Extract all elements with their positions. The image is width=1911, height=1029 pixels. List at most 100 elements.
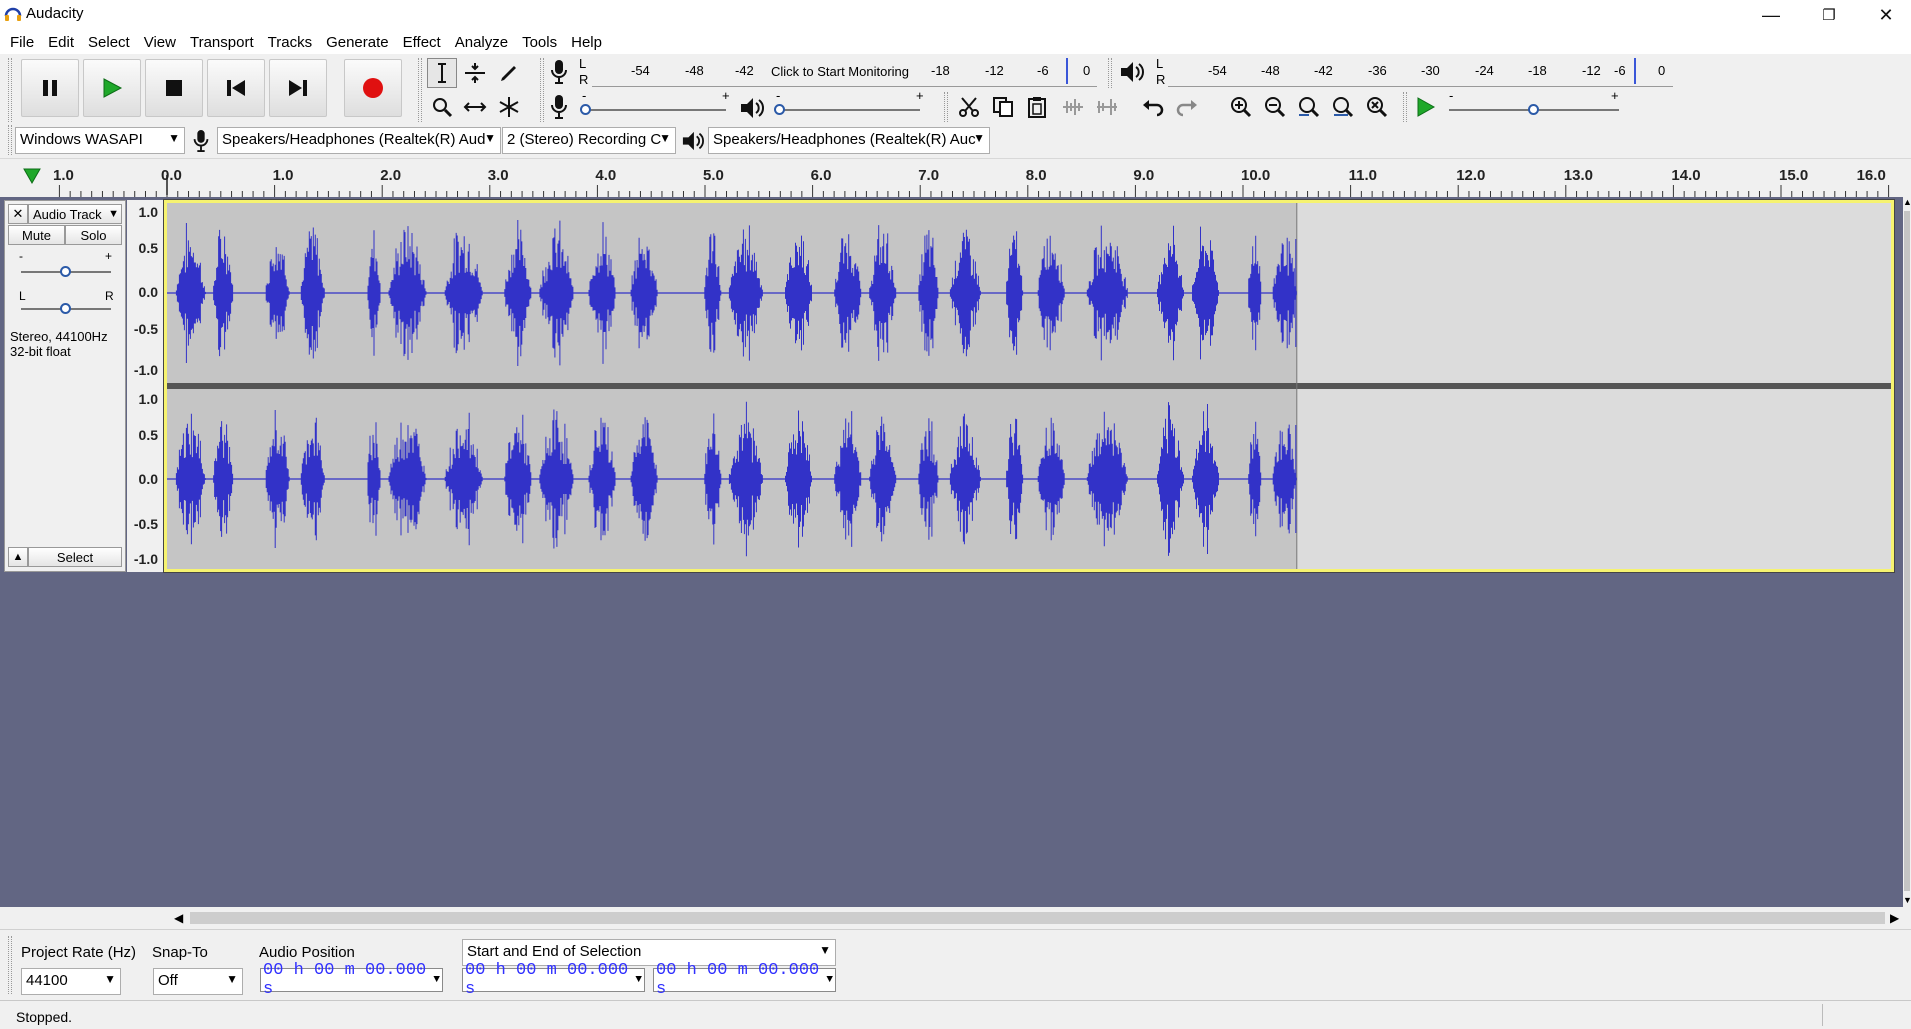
track-name-menu[interactable]: Audio Track ▼: [28, 204, 122, 224]
scroll-right-icon[interactable]: ▶: [1890, 911, 1899, 925]
menu-tracks[interactable]: Tracks: [262, 34, 320, 51]
zoom-in-button[interactable]: [1226, 92, 1256, 122]
record-button[interactable]: [344, 59, 402, 117]
menu-generate[interactable]: Generate: [320, 34, 397, 51]
toolbar-grip[interactable]: [1108, 58, 1112, 88]
channel-separator: [167, 383, 1891, 389]
multi-tool-button[interactable]: [494, 92, 524, 122]
audio-host-select[interactable]: Windows WASAPI ▼: [15, 127, 185, 154]
menu-help[interactable]: Help: [565, 34, 610, 51]
redo-button[interactable]: [1172, 92, 1202, 122]
microphone-icon[interactable]: [547, 58, 571, 86]
toolbar-grip[interactable]: [8, 125, 12, 155]
toolbar-grip[interactable]: [418, 58, 422, 122]
speaker-icon[interactable]: [1119, 60, 1145, 84]
fit-selection-button[interactable]: [1294, 92, 1324, 122]
playback-device-select[interactable]: Speakers/Headphones (Realtek(R) Auc ▼: [708, 127, 990, 154]
gain-slider[interactable]: [60, 266, 71, 277]
pencil-icon: [501, 66, 516, 81]
pan-right-label: R: [105, 289, 114, 303]
empty-track-space[interactable]: [0, 575, 1903, 907]
solo-button[interactable]: Solo: [65, 225, 122, 245]
pause-button[interactable]: [21, 59, 79, 117]
envelope-tool-button[interactable]: [460, 58, 490, 88]
play-volume-slider[interactable]: [774, 104, 785, 115]
select-track-button[interactable]: Select: [28, 547, 122, 567]
maximize-button[interactable]: ❐: [1801, 0, 1857, 30]
menu-analyze[interactable]: Analyze: [449, 34, 516, 51]
track-control-panel[interactable]: ✕ Audio Track ▼ Mute Solo - + L R Stereo…: [4, 200, 126, 572]
zoom-out-button[interactable]: [1260, 92, 1290, 122]
scroll-left-icon[interactable]: ◀: [174, 911, 183, 925]
zoom-tool-button[interactable]: [427, 92, 457, 122]
audio-position-field[interactable]: 00 h 00 m 00.000 s ▼: [260, 961, 443, 999]
play-meter-r-label: R: [1156, 72, 1166, 87]
selection-end-field[interactable]: 00 h 00 m 00.000 s ▼: [653, 961, 836, 999]
project-rate-select[interactable]: 44100 ▼: [21, 968, 121, 995]
chevron-down-icon[interactable]: ▼: [635, 974, 644, 986]
chevron-down-icon[interactable]: ▼: [433, 974, 442, 986]
play-at-speed-button[interactable]: [1410, 92, 1440, 122]
snap-to-select[interactable]: Off ▼: [153, 968, 243, 995]
menu-edit[interactable]: Edit: [42, 34, 82, 51]
silence-button[interactable]: [1092, 92, 1122, 122]
rec-volume-slider[interactable]: [580, 104, 591, 115]
horizontal-scrollbar[interactable]: ◀ ▶: [160, 907, 1911, 929]
skip-to-start-button[interactable]: [207, 59, 265, 117]
waveform-area[interactable]: [163, 199, 1895, 573]
monitor-prompt[interactable]: Click to Start Monitoring: [771, 64, 909, 79]
close-button[interactable]: ✕: [1858, 0, 1911, 30]
cut-button[interactable]: [954, 92, 984, 122]
toolbar-grip[interactable]: [8, 936, 12, 994]
menu-tools[interactable]: Tools: [516, 34, 565, 51]
vertical-scroll-thumb[interactable]: [1904, 211, 1910, 891]
toolbar-grip[interactable]: [8, 58, 12, 122]
undo-button[interactable]: [1138, 92, 1168, 122]
toolbar-grip[interactable]: [1403, 92, 1407, 122]
recording-channels-select[interactable]: 2 (Stereo) Recording C ▼: [502, 127, 676, 154]
recording-device-select[interactable]: Speakers/Headphones (Realtek(R) Aud ▼: [217, 127, 501, 154]
scroll-up-icon[interactable]: ▲: [1903, 197, 1911, 207]
time-shift-tool-button[interactable]: [460, 92, 490, 122]
track-close-button[interactable]: ✕: [8, 204, 28, 224]
menu-transport[interactable]: Transport: [184, 34, 262, 51]
play-meter-tick: -42: [1314, 63, 1333, 78]
vertical-scrollbar[interactable]: ▲ ▼: [1903, 197, 1911, 907]
timeline-play-triangle-icon[interactable]: [22, 167, 42, 185]
skip-to-end-button[interactable]: [269, 59, 327, 117]
copy-button[interactable]: [988, 92, 1018, 122]
toolbar-grip[interactable]: [540, 58, 544, 122]
play-button[interactable]: [83, 59, 141, 117]
minimize-button[interactable]: —: [1743, 0, 1799, 30]
zoom-toggle-button[interactable]: [1362, 92, 1392, 122]
ruler-label: 3.0: [487, 167, 509, 184]
clipboard-icon: [1028, 97, 1046, 118]
paste-button[interactable]: [1022, 92, 1052, 122]
draw-tool-button[interactable]: [494, 58, 524, 88]
collapse-track-button[interactable]: ▲: [8, 547, 28, 567]
menu-view[interactable]: View: [138, 34, 184, 51]
stop-button[interactable]: [145, 59, 203, 117]
toolbar-grip[interactable]: [944, 92, 948, 122]
rec-volume-plus: +: [722, 88, 730, 103]
fit-project-button[interactable]: [1328, 92, 1358, 122]
pan-left-label: L: [19, 289, 26, 303]
chevron-down-icon[interactable]: ▼: [826, 974, 835, 986]
menu-effect[interactable]: Effect: [397, 34, 449, 51]
play-meter-tick: -54: [1208, 63, 1227, 78]
menu-select[interactable]: Select: [82, 34, 138, 51]
scroll-down-icon[interactable]: ▼: [1903, 895, 1911, 905]
ruler-label: 11.0: [1348, 167, 1377, 184]
horizontal-scroll-thumb[interactable]: [190, 912, 1885, 924]
mute-button[interactable]: Mute: [8, 225, 65, 245]
pan-slider[interactable]: [60, 303, 71, 314]
menu-file[interactable]: File: [4, 34, 42, 51]
waveform[interactable]: [167, 203, 1891, 569]
playback-speed-slider[interactable]: [1528, 104, 1539, 115]
asterisk-icon: [499, 97, 519, 117]
selection-tool-button[interactable]: [427, 58, 457, 88]
selection-start-field[interactable]: 00 h 00 m 00.000 s ▼: [462, 961, 645, 999]
recording-channels-value: 2 (Stereo) Recording C: [507, 131, 662, 148]
vruler-label: -1.0: [133, 551, 158, 567]
trim-button[interactable]: [1058, 92, 1088, 122]
